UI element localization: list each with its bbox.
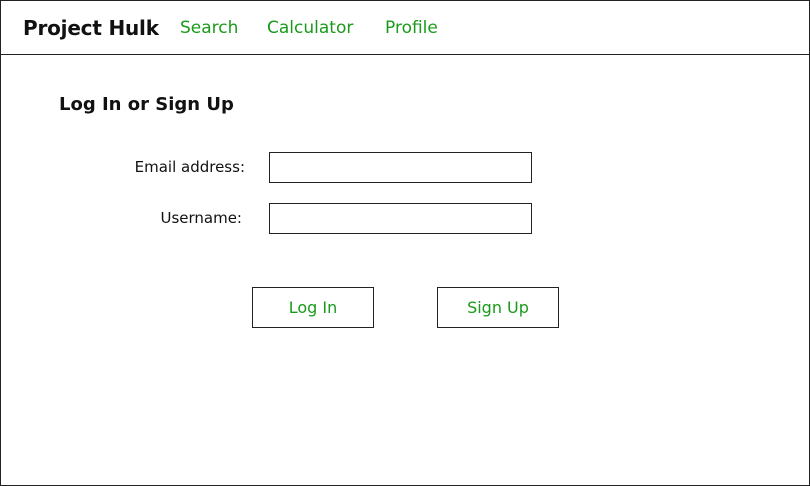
- email-field[interactable]: [269, 152, 532, 183]
- app-window: Project Hulk Search Calculator Profile L…: [0, 0, 810, 486]
- username-field[interactable]: [269, 203, 532, 234]
- nav-link-calculator[interactable]: Calculator: [267, 18, 353, 38]
- nav-link-profile[interactable]: Profile: [385, 18, 438, 38]
- login-button[interactable]: Log In: [252, 287, 374, 328]
- email-label: Email address:: [134, 158, 245, 176]
- signup-button[interactable]: Sign Up: [437, 287, 559, 328]
- nav-link-search[interactable]: Search: [180, 18, 238, 38]
- username-label: Username:: [160, 209, 242, 227]
- navbar: Project Hulk Search Calculator Profile: [1, 1, 809, 55]
- page-title: Log In or Sign Up: [59, 94, 234, 115]
- brand-logo-text[interactable]: Project Hulk: [23, 16, 159, 40]
